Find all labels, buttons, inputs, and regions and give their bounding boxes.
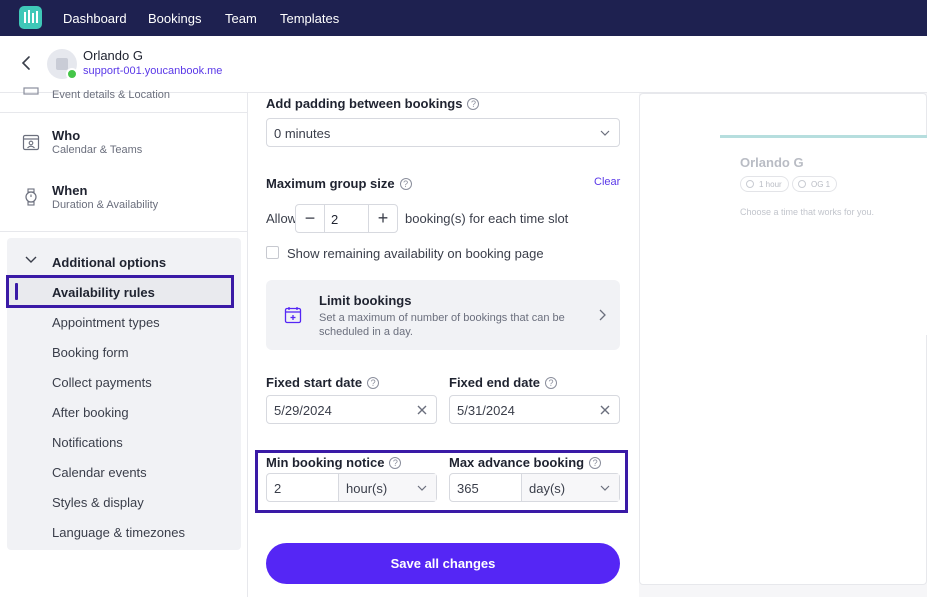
group-size-value[interactable]: 2	[331, 212, 338, 227]
nav-dashboard[interactable]: Dashboard	[63, 11, 127, 26]
preview-host-chip: OG 1	[792, 176, 838, 192]
clock-icon	[746, 180, 754, 188]
sidebar-item-after-booking[interactable]: After booking	[52, 405, 129, 420]
preview-subtitle: Choose a time that works for you.	[740, 207, 875, 217]
sidebar-who-title[interactable]: Who	[52, 128, 80, 143]
back-arrow-icon[interactable]	[17, 54, 35, 72]
page-header: Orlando G support-001.youcanbook.me	[0, 36, 927, 93]
calendar-person-icon	[22, 134, 40, 151]
save-all-changes-button[interactable]: Save all changes	[266, 543, 620, 584]
nav-templates[interactable]: Templates	[280, 11, 339, 26]
preview-host: OG 1	[811, 180, 831, 189]
start-date-label-row: Fixed start date?	[266, 375, 380, 390]
allow-label: Allow	[266, 211, 298, 226]
booking-page-preview: Orlando G 1 hour OG 1 Choose a time that…	[639, 93, 927, 597]
max-advance-field: 365 day(s)	[449, 473, 620, 502]
limit-bookings-card[interactable]: Limit bookings Set a maximum of number o…	[266, 280, 620, 350]
avatar[interactable]	[47, 49, 78, 80]
nav-team[interactable]: Team	[225, 11, 257, 26]
settings-sidebar: Event details & Location Who Calendar & …	[0, 87, 248, 597]
calendar-icon	[23, 87, 39, 95]
chevron-down-icon[interactable]	[24, 253, 38, 267]
min-notice-label: Min booking notice	[266, 455, 385, 470]
help-icon[interactable]: ?	[467, 98, 480, 110]
sidebar-item-booking-form[interactable]: Booking form	[52, 345, 129, 360]
additional-options-title[interactable]: Additional options	[52, 255, 166, 270]
max-advance-unit-select[interactable]: day(s)	[521, 474, 619, 501]
increment-button[interactable]: +	[368, 205, 397, 232]
preview-owner-name: Orlando G	[740, 155, 804, 170]
end-date-input[interactable]: 5/31/2024	[449, 395, 620, 424]
max-advance-label: Max advance booking	[449, 455, 585, 470]
padding-select-value: 0 minutes	[274, 126, 331, 141]
sidebar-item-collect-payments[interactable]: Collect payments	[52, 375, 152, 390]
min-notice-unit-select[interactable]: hour(s)	[338, 474, 436, 501]
sidebar-what-subtitle[interactable]: Event details & Location	[52, 89, 170, 101]
min-notice-input[interactable]: 2	[274, 481, 281, 496]
watch-icon	[25, 188, 37, 206]
padding-label: Add padding between bookings	[266, 96, 463, 111]
help-icon[interactable]: ?	[399, 178, 412, 190]
sidebar-item-calendar-events[interactable]: Calendar events	[52, 465, 147, 480]
help-icon[interactable]: ?	[545, 377, 558, 389]
calendar-plus-icon	[284, 307, 302, 324]
min-notice-unit: hour(s)	[346, 481, 388, 496]
max-advance-label-row: Max advance booking?	[449, 455, 602, 470]
app-logo-icon[interactable]	[19, 6, 42, 29]
chevron-right-icon	[599, 309, 606, 321]
preview-frame: Orlando G 1 hour OG 1 Choose a time that…	[639, 93, 927, 585]
sidebar-item-language-timezones[interactable]: Language & timezones	[52, 525, 185, 540]
min-notice-label-row: Min booking notice?	[266, 455, 402, 470]
limit-bookings-title: Limit bookings	[319, 293, 412, 308]
group-size-stepper[interactable]: − 2 +	[295, 204, 398, 233]
sidebar-item-styles-display[interactable]: Styles & display	[52, 495, 144, 510]
clear-group-size-link[interactable]: Clear	[594, 176, 620, 188]
chevron-down-icon	[600, 130, 610, 136]
end-date-label: Fixed end date	[449, 375, 541, 390]
top-nav-bar: Dashboard Bookings Team Templates	[0, 0, 927, 36]
clear-x-icon[interactable]	[599, 404, 611, 416]
start-date-label: Fixed start date	[266, 375, 363, 390]
sidebar-when-subtitle[interactable]: Duration & Availability	[52, 199, 158, 211]
group-size-label-row: Maximum group size?	[266, 176, 412, 191]
sidebar-item-notifications[interactable]: Notifications	[52, 435, 123, 450]
preview-duration-chip: 1 hour	[740, 176, 789, 192]
help-icon[interactable]: ?	[367, 377, 380, 389]
active-indicator	[15, 283, 18, 300]
min-notice-field: 2 hour(s)	[266, 473, 437, 502]
availability-rules-form: Add padding between bookings? 0 minutes …	[248, 93, 639, 597]
start-date-value: 5/29/2024	[274, 403, 332, 418]
help-icon[interactable]: ?	[389, 457, 402, 469]
chevron-down-icon	[417, 485, 427, 491]
max-advance-input[interactable]: 365	[457, 481, 479, 496]
start-date-input[interactable]: 5/29/2024	[266, 395, 437, 424]
end-date-value: 5/31/2024	[457, 403, 515, 418]
group-size-label: Maximum group size	[266, 176, 395, 191]
end-date-label-row: Fixed end date?	[449, 375, 558, 390]
decrement-button[interactable]: −	[296, 205, 325, 232]
chevron-down-icon	[600, 485, 610, 491]
max-advance-unit: day(s)	[529, 481, 566, 496]
preview-card: Orlando G 1 hour OG 1 Choose a time that…	[720, 135, 927, 335]
show-remaining-checkbox[interactable]	[266, 246, 279, 259]
padding-label-row: Add padding between bookings?	[266, 96, 480, 111]
clear-x-icon[interactable]	[416, 404, 428, 416]
divider	[0, 231, 248, 232]
padding-select[interactable]: 0 minutes	[266, 118, 620, 147]
user-name: Orlando G	[83, 48, 143, 63]
group-size-suffix: booking(s) for each time slot	[405, 211, 569, 226]
person-icon	[798, 180, 806, 188]
nav-bookings[interactable]: Bookings	[148, 11, 201, 26]
sidebar-when-title[interactable]: When	[52, 183, 87, 198]
sidebar-item-appointment-types[interactable]: Appointment types	[52, 315, 160, 330]
divider	[0, 112, 248, 113]
limit-bookings-description: Set a maximum of number of bookings that…	[319, 312, 565, 338]
sidebar-item-availability-rules[interactable]: Availability rules	[52, 285, 155, 300]
online-status-dot	[66, 68, 78, 80]
show-remaining-label[interactable]: Show remaining availability on booking p…	[287, 246, 544, 261]
sidebar-who-subtitle[interactable]: Calendar & Teams	[52, 144, 142, 156]
help-icon[interactable]: ?	[589, 457, 602, 469]
preview-duration: 1 hour	[759, 180, 782, 189]
user-booking-url[interactable]: support-001.youcanbook.me	[83, 65, 222, 77]
